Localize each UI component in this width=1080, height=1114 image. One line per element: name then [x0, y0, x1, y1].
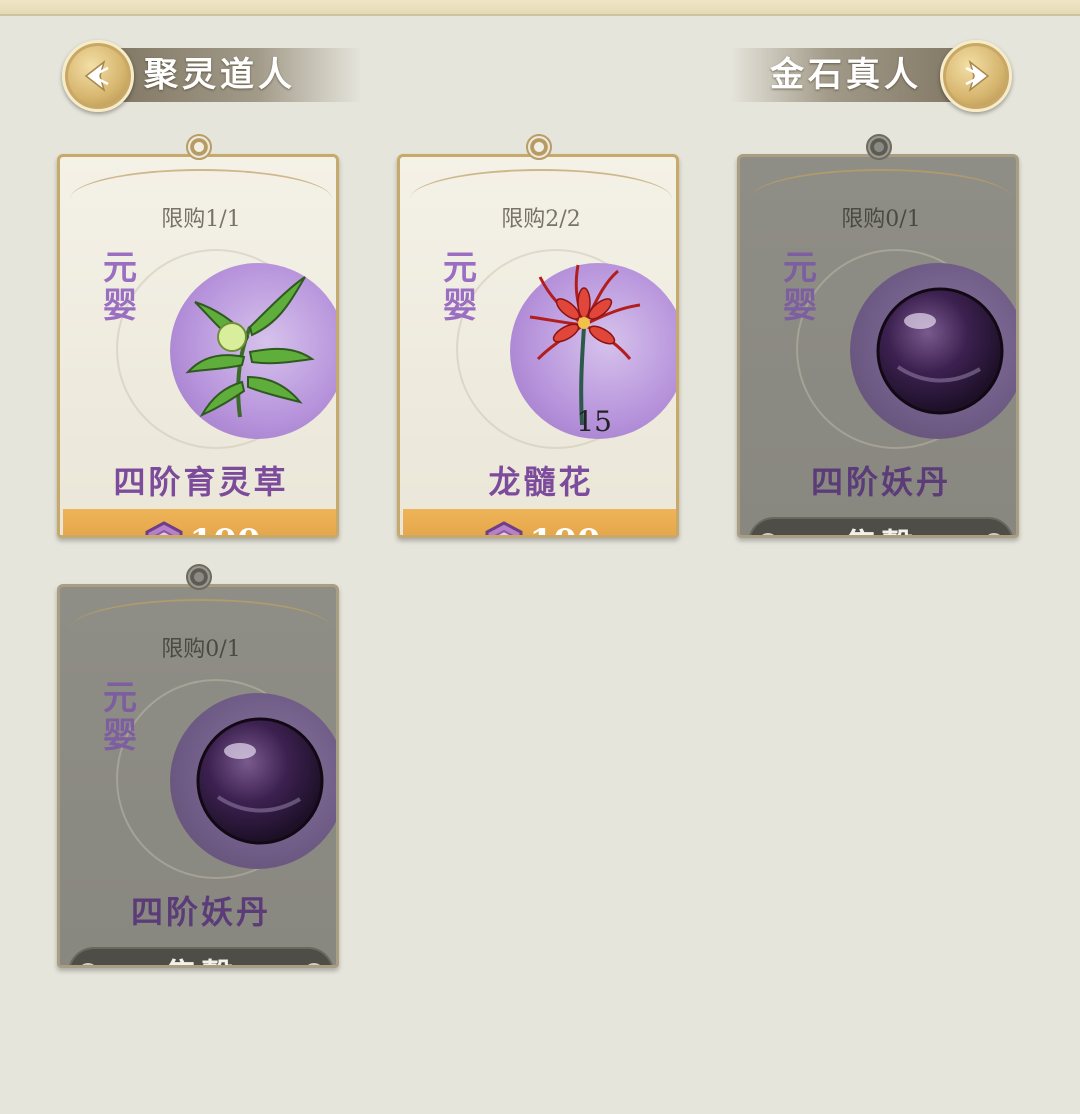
herb-icon — [185, 276, 315, 418]
next-merchant-nav[interactable]: 金石真人 — [730, 40, 1015, 112]
item-name: 四阶育灵草 — [113, 463, 289, 501]
demon-core-orb-icon — [196, 717, 324, 845]
prev-merchant-name: 聚灵道人 — [102, 48, 362, 102]
rank-label: 元婴 — [783, 248, 817, 326]
top-panel-edge — [0, 0, 1080, 16]
chevron-right-icon[interactable] — [940, 40, 1012, 112]
shop-item-card: 限购0/1 元婴 四阶妖丹 售罄 — [57, 564, 339, 968]
sold-out-badge: 售罄 — [68, 947, 334, 965]
item-name: 四阶妖丹 — [810, 463, 951, 501]
buy-button[interactable]: 100 — [63, 509, 336, 535]
rank-label: 元婴 — [443, 248, 477, 326]
card-hanger-icon — [526, 134, 552, 160]
purchase-limit: 限购0/1 — [841, 207, 921, 232]
price-value: 100 — [530, 522, 601, 535]
card-frame: 限购0/1 元婴 四阶妖丹 售罄 — [737, 154, 1019, 538]
card-hanger-icon — [866, 134, 892, 160]
item-quantity: 15 — [576, 405, 612, 438]
purchase-limit: 限购2/2 — [501, 207, 581, 232]
shop-item-card[interactable]: 限购2/2 元婴 15 龙髓花 — [397, 134, 679, 538]
card-frame: 限购1/1 元婴 四阶育灵草 100 — [57, 154, 339, 538]
shop-item-card: 限购0/1 元婴 四阶妖丹 售罄 — [737, 134, 1019, 538]
spirit-stone-icon — [145, 521, 182, 535]
spirit-stone-icon — [485, 521, 522, 535]
shop-item-card[interactable]: 限购1/1 元婴 四阶育灵草 100 — [57, 134, 339, 538]
item-name: 四阶妖丹 — [130, 893, 271, 931]
demon-core-orb-icon — [876, 287, 1004, 415]
item-name: 龙髓花 — [488, 463, 594, 501]
rank-label: 元婴 — [103, 248, 137, 326]
rank-label: 元婴 — [103, 678, 137, 756]
buy-button[interactable]: 100 — [403, 509, 676, 535]
prev-merchant-nav[interactable]: 聚灵道人 — [62, 40, 362, 112]
chevron-left-icon[interactable] — [62, 40, 134, 112]
price-value: 100 — [190, 522, 261, 535]
purchase-limit: 限购0/1 — [161, 637, 241, 662]
card-frame: 限购0/1 元婴 四阶妖丹 售罄 — [57, 584, 339, 968]
purchase-limit: 限购1/1 — [161, 207, 241, 232]
sold-out-badge: 售罄 — [748, 517, 1014, 535]
next-merchant-name: 金石真人 — [730, 48, 975, 102]
card-hanger-icon — [186, 134, 212, 160]
card-frame: 限购2/2 元婴 15 龙髓花 — [397, 154, 679, 538]
card-hanger-icon — [186, 564, 212, 590]
